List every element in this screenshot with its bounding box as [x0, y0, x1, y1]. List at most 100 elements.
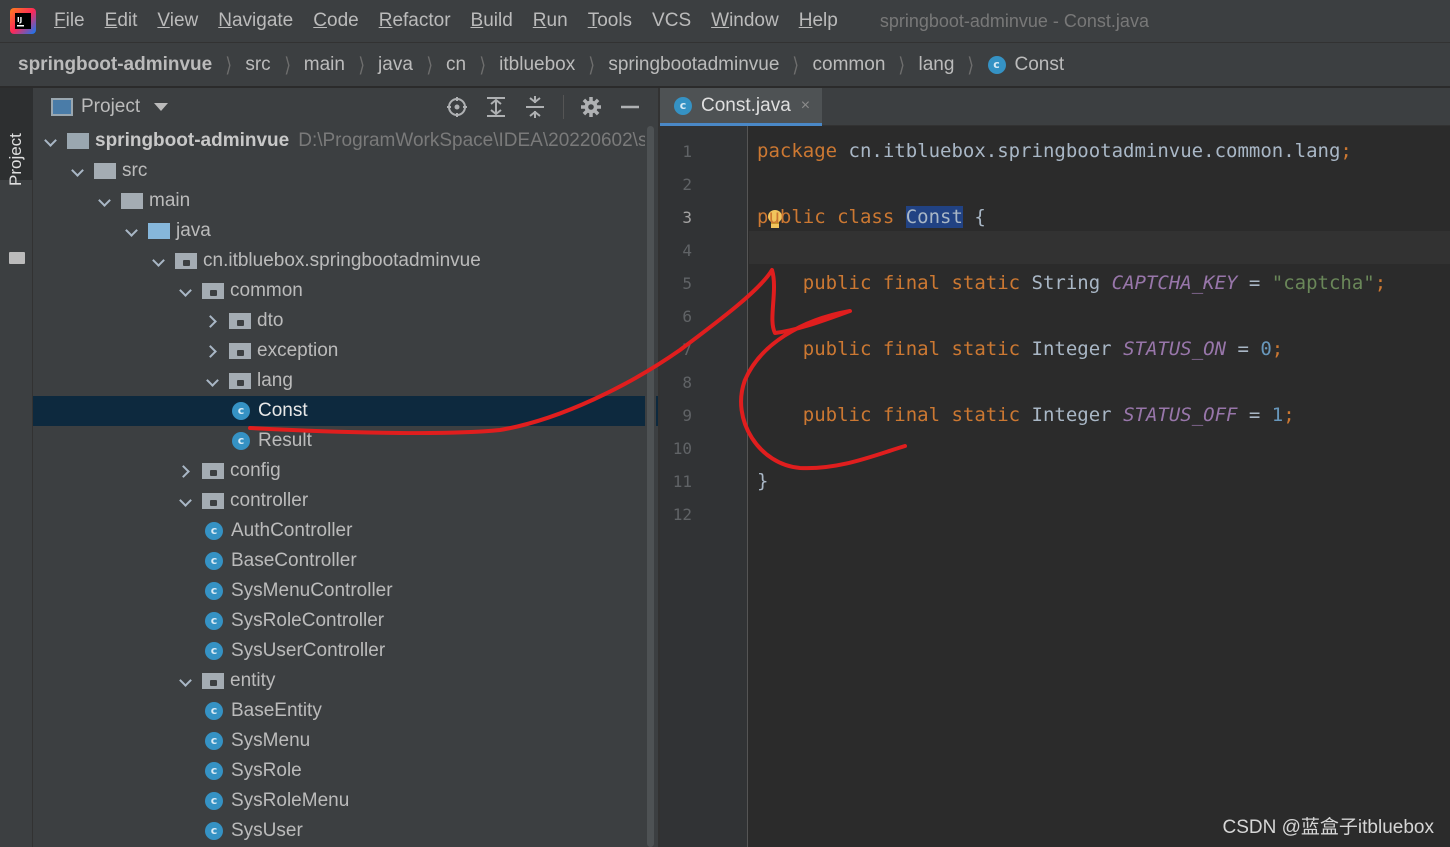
menu-item[interactable]: Tools: [586, 10, 634, 32]
tree-node[interactable]: c SysMenu: [33, 726, 658, 756]
chevron-down-icon[interactable]: [205, 374, 219, 388]
tree-node[interactable]: config: [33, 456, 658, 486]
tree-node[interactable]: lang: [33, 366, 658, 396]
project-view-selector[interactable]: Project: [81, 96, 140, 118]
collapse-all-icon[interactable]: [524, 96, 546, 118]
menu-item[interactable]: Run: [531, 10, 570, 32]
module-path: D:\ProgramWorkSpace\IDEA\20220602\s: [298, 130, 648, 151]
project-panel-scrollbar[interactable]: [645, 126, 656, 847]
code-token: Const: [905, 206, 963, 228]
chevron-down-icon[interactable]: [178, 284, 192, 298]
tree-node-label: SysUser: [231, 820, 303, 841]
tree-node[interactable]: c SysUserController: [33, 636, 658, 666]
menu-item[interactable]: Refactor: [377, 10, 453, 32]
code-text-area[interactable]: package cn.itbluebox.springbootadminvue.…: [749, 126, 1450, 847]
menu-item[interactable]: Help: [797, 10, 840, 32]
tree-node[interactable]: c AuthController: [33, 516, 658, 546]
tree-node[interactable]: c SysRoleMenu: [33, 786, 658, 816]
minimize-icon[interactable]: [619, 96, 641, 118]
chevron-down-icon[interactable]: [178, 494, 192, 508]
tree-node-label: SysRole: [231, 760, 302, 781]
chevron-down-icon[interactable]: [70, 164, 84, 178]
chevron-right-icon: ❭: [897, 54, 907, 74]
tree-node[interactable]: java: [33, 216, 658, 246]
tree-node[interactable]: c SysUser: [33, 816, 658, 846]
close-icon[interactable]: ×: [801, 97, 810, 115]
tree-node[interactable]: c SysRoleController: [33, 606, 658, 636]
breadcrumb-item[interactable]: common: [813, 54, 886, 76]
tree-node[interactable]: entity: [33, 666, 658, 696]
code-line: public final static Integer STATUS_OFF =…: [757, 399, 1295, 432]
chevron-down-icon[interactable]: [154, 103, 169, 111]
menu-item[interactable]: Code: [311, 10, 360, 32]
breadcrumb-item[interactable]: c Const: [987, 54, 1064, 76]
chevron-down-icon[interactable]: [151, 254, 165, 268]
menu-item[interactable]: Window: [709, 10, 781, 32]
package-icon: [202, 463, 224, 479]
tree-node[interactable]: dto: [33, 306, 658, 336]
tree-node[interactable]: common: [33, 276, 658, 306]
tree-node[interactable]: c BaseEntity: [33, 696, 658, 726]
breadcrumb-item[interactable]: itbluebox: [499, 54, 575, 76]
breadcrumb-item[interactable]: src: [245, 54, 270, 76]
tree-node[interactable]: controller: [33, 486, 658, 516]
tree-node[interactable]: cn.itbluebox.springbootadminvue: [33, 246, 658, 276]
menu-item[interactable]: VCS: [650, 10, 693, 32]
tree-node[interactable]: c Const: [33, 396, 658, 426]
tree-node[interactable]: src: [33, 156, 658, 186]
chevron-down-icon[interactable]: [178, 674, 192, 688]
tree-node[interactable]: c BaseController: [33, 546, 658, 576]
intellij-idea-icon: IJ: [10, 8, 36, 34]
menu-item[interactable]: Edit: [103, 10, 140, 32]
chevron-down-icon[interactable]: [124, 224, 138, 238]
window-title: springboot-adminvue - Const.java: [879, 10, 1149, 31]
expand-all-icon[interactable]: [485, 96, 507, 118]
tree-node-label: AuthController: [231, 520, 353, 541]
line-number: 10: [672, 439, 692, 458]
line-number: 8: [682, 373, 692, 392]
tree-node-label: Const: [258, 400, 308, 421]
tree-node[interactable]: c Result: [33, 426, 658, 456]
tree-node[interactable]: c SysMenuController: [33, 576, 658, 606]
scrollbar-thumb[interactable]: [647, 126, 654, 847]
chevron-right-icon: ❭: [587, 54, 596, 74]
breadcrumb-item[interactable]: springbootadminvue: [608, 54, 779, 76]
menu-item[interactable]: Build: [469, 10, 515, 32]
chevron-right-icon: ❭: [425, 54, 434, 74]
breadcrumb-item[interactable]: lang: [918, 54, 954, 76]
class-icon: c: [674, 96, 692, 115]
toolbar-divider: [563, 95, 564, 119]
chevron-down-icon[interactable]: [43, 134, 57, 148]
line-number: 2: [682, 175, 692, 194]
chevron-down-icon[interactable]: [97, 194, 111, 208]
folder-icon: [148, 223, 170, 239]
tree-node-label: SysUserController: [231, 640, 386, 661]
editor-tab-const-java[interactable]: c Const.java ×: [660, 88, 822, 126]
menu-bar: IJ File Edit View Navigate Code Refactor Build…: [0, 0, 1450, 43]
breadcrumb-item[interactable]: java: [378, 54, 413, 76]
line-number: 9: [682, 406, 692, 425]
code-token: ;: [1271, 338, 1284, 360]
breadcrumb-item[interactable]: main: [304, 54, 345, 76]
tree-node[interactable]: springboot-adminvue D:\ProgramWorkSpace\I…: [33, 126, 658, 156]
gear-icon[interactable]: [580, 96, 602, 118]
menu-item[interactable]: File: [52, 10, 87, 32]
breadcrumb-item[interactable]: cn: [446, 54, 466, 76]
chevron-right-icon[interactable]: [178, 464, 192, 478]
code-token: CAPTCHA_KEY: [1111, 272, 1238, 294]
menu-item[interactable]: Navigate: [216, 10, 295, 32]
select-opened-file-icon[interactable]: [446, 96, 468, 118]
chevron-right-icon: ❭: [791, 54, 801, 74]
menu-item[interactable]: View: [155, 10, 200, 32]
chevron-right-icon[interactable]: [205, 344, 219, 358]
breadcrumb-item[interactable]: springboot-adminvue: [18, 54, 212, 76]
class-icon: c: [205, 522, 223, 540]
tree-node[interactable]: main: [33, 186, 658, 216]
chevron-right-icon[interactable]: [205, 314, 219, 328]
tree-node[interactable]: c SysRole: [33, 756, 658, 786]
code-line: public final static String CAPTCHA_KEY =…: [757, 267, 1386, 300]
tree-node[interactable]: exception: [33, 336, 658, 366]
project-panel-toolbar: [446, 88, 658, 126]
folder-icon: [121, 193, 143, 209]
project-tool-window-tab[interactable]: Project: [0, 88, 33, 186]
